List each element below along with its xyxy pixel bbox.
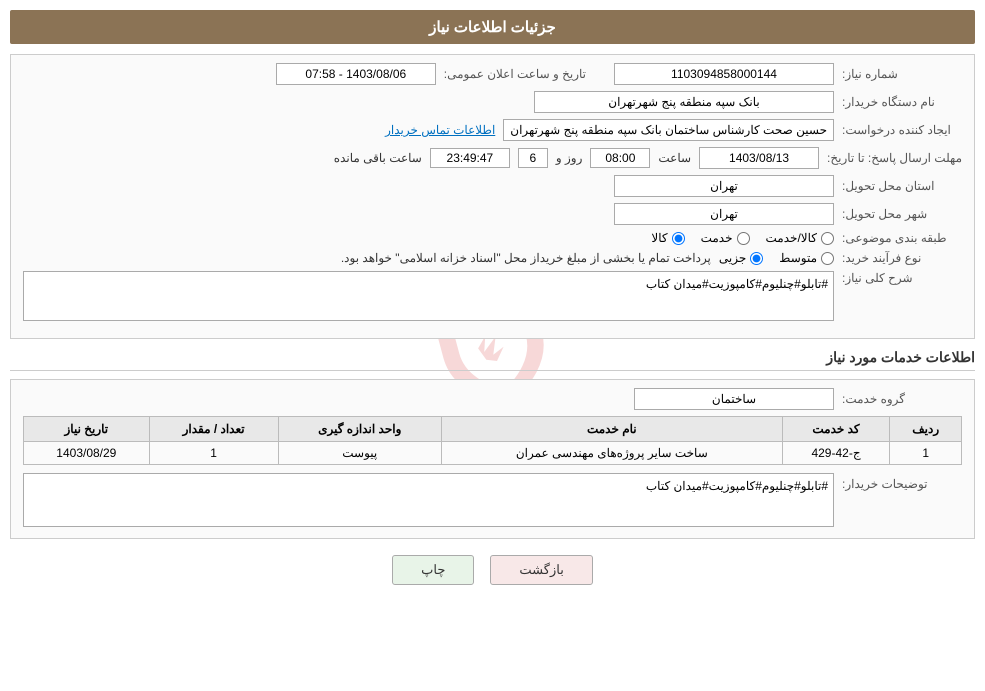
contact-link[interactable]: اطلاعات تماس خریدار — [385, 123, 495, 137]
services-section-title: اطلاعات خدمات مورد نیاز — [10, 349, 975, 371]
buyer-desc-label: توضیحات خریدار: — [842, 473, 962, 491]
creator-value: حسین صحت کارشناس ساختمان بانک سپه منطقه … — [503, 119, 834, 141]
col-row: ردیف — [890, 417, 962, 442]
table-cell-unit: پیوست — [278, 442, 441, 465]
page-title: جزئیات اطلاعات نیاز — [10, 10, 975, 44]
category-option-goods-service[interactable]: کالا/خدمت — [766, 231, 834, 245]
category-option1-label: کالا — [651, 231, 667, 245]
buyer-station-value: بانک سپه منطقه پنج شهرتهران — [534, 91, 834, 113]
process-radio-minor[interactable] — [750, 252, 763, 265]
send-time-label: ساعت — [658, 151, 691, 165]
buyer-desc-textarea[interactable]: #تابلو#چنلیوم#کامپوزیت#میدان کتاب — [23, 473, 834, 527]
announcement-value: 1403/08/06 - 07:58 — [276, 63, 436, 85]
delivery-city-label: شهر محل تحویل: — [842, 207, 962, 221]
send-days-label: روز و — [556, 151, 583, 165]
category-option2-label: خدمت — [701, 231, 733, 245]
process-radio-group: متوسط جزیی — [719, 251, 834, 265]
send-days-value: 6 — [518, 148, 548, 168]
need-description-label: شرح کلی نیاز: — [842, 271, 962, 285]
delivery-province-label: استان محل تحویل: — [842, 179, 962, 193]
category-radio-group: کالا/خدمت خدمت کالا — [651, 231, 834, 245]
category-radio-goods-service[interactable] — [821, 232, 834, 245]
table-cell-date: 1403/08/29 — [24, 442, 150, 465]
need-description-textarea[interactable]: #تابلو#چنلیوم#کامپوزیت#میدان کتاب — [23, 271, 834, 321]
process-option-medium[interactable]: متوسط — [779, 251, 834, 265]
delivery-city-value: تهران — [614, 203, 834, 225]
announcement-label: تاریخ و ساعت اعلان عمومی: — [444, 67, 586, 81]
print-button[interactable]: چاپ — [392, 555, 474, 585]
delivery-province-value: تهران — [614, 175, 834, 197]
category-option-goods[interactable]: کالا — [651, 231, 684, 245]
payment-note: پرداخت تمام یا بخشی از مبلغ خریداز محل "… — [23, 251, 711, 265]
table-cell-code: ج-42-429 — [782, 442, 890, 465]
process-option2-label: متوسط — [779, 251, 817, 265]
category-label: طبقه بندی موضوعی: — [842, 231, 962, 245]
need-number-label: شماره نیاز: — [842, 67, 962, 81]
remaining-label: ساعت باقی مانده — [334, 151, 422, 165]
services-table: ردیف کد خدمت نام خدمت واحد اندازه گیری ت… — [23, 416, 962, 465]
send-deadline-label: مهلت ارسال پاسخ: تا تاریخ: — [827, 151, 962, 165]
col-date: تاریخ نیاز — [24, 417, 150, 442]
service-group-label: گروه خدمت: — [842, 392, 962, 406]
col-qty: تعداد / مقدار — [149, 417, 278, 442]
category-option-service[interactable]: خدمت — [701, 231, 750, 245]
buyer-station-label: نام دستگاه خریدار: — [842, 95, 962, 109]
category-radio-service[interactable] — [737, 232, 750, 245]
process-option1-label: جزیی — [719, 251, 746, 265]
send-time-value: 08:00 — [590, 148, 650, 168]
back-button[interactable]: بازگشت — [490, 555, 592, 585]
send-date-value: 1403/08/13 — [699, 147, 819, 169]
service-group-value: ساختمان — [634, 388, 834, 410]
table-row: 1ج-42-429ساخت سایر پروژه‌های مهندسی عمرا… — [24, 442, 962, 465]
remaining-value: 23:49:47 — [430, 148, 510, 168]
col-name: نام خدمت — [441, 417, 782, 442]
category-radio-goods[interactable] — [672, 232, 685, 245]
category-option3-label: کالا/خدمت — [766, 231, 817, 245]
table-cell-row: 1 — [890, 442, 962, 465]
col-code: کد خدمت — [782, 417, 890, 442]
buttons-row: بازگشت چاپ — [10, 555, 975, 585]
process-option-minor[interactable]: جزیی — [719, 251, 763, 265]
need-number-value: 1103094858000144 — [614, 63, 834, 85]
table-cell-name: ساخت سایر پروژه‌های مهندسی عمران — [441, 442, 782, 465]
creator-label: ایجاد کننده درخواست: — [842, 123, 962, 137]
process-radio-medium[interactable] — [821, 252, 834, 265]
col-unit: واحد اندازه گیری — [278, 417, 441, 442]
process-label: نوع فرآیند خرید: — [842, 251, 962, 265]
table-cell-qty: 1 — [149, 442, 278, 465]
